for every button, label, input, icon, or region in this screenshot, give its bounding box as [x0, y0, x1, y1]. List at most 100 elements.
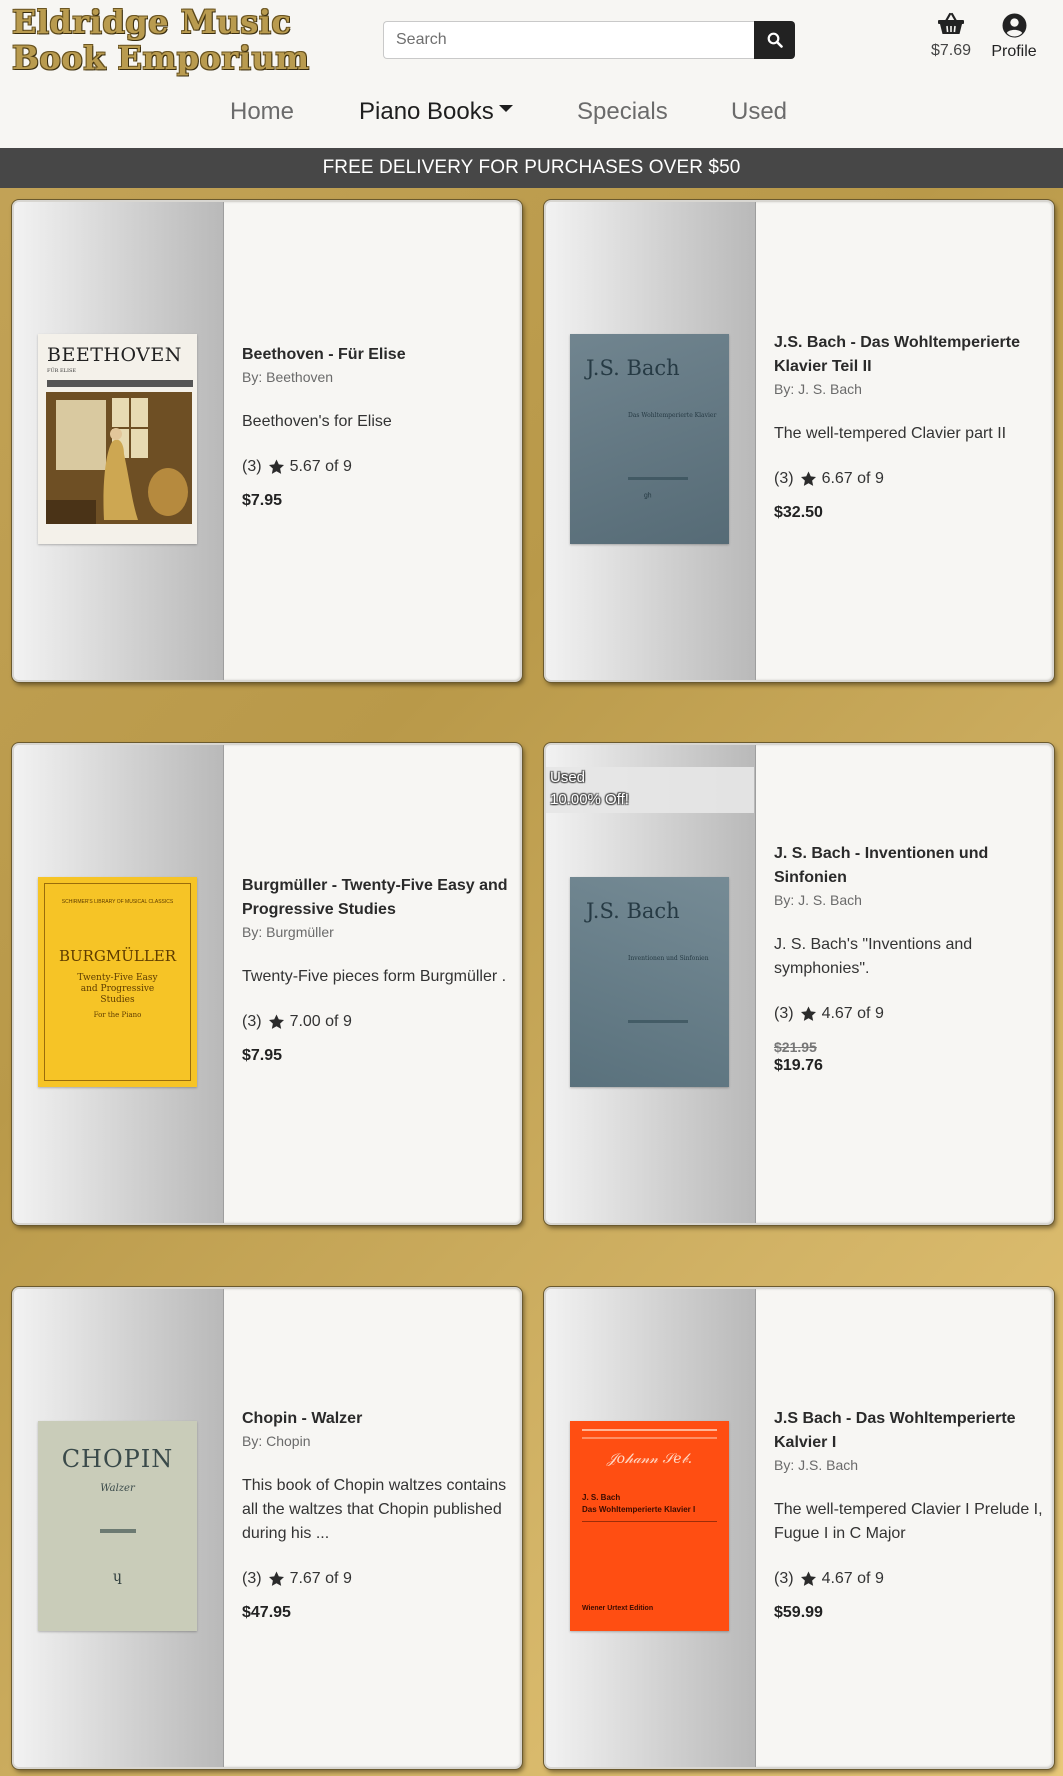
cover-subtitle: Walzer	[100, 1483, 135, 1494]
rating-value: 6.67 of 9	[821, 470, 884, 487]
nav-specials[interactable]: Specials	[577, 98, 668, 126]
cover-subtitle: Das Wohltemperierte Klavier I	[582, 1505, 696, 1514]
star-icon	[268, 459, 284, 474]
site-logo[interactable]: Eldridge Music Book Emporium	[12, 4, 310, 76]
product-author: By: Chopin	[242, 1433, 311, 1449]
nav-piano-books[interactable]: Piano Books	[359, 98, 513, 126]
product-author: By: Burgmüller	[242, 924, 334, 940]
cover-title: J.S. Bach	[586, 356, 680, 380]
product-image-pane: SCHIRMER'S LIBRARY OF MUSICAL CLASSICS B…	[14, 745, 224, 1223]
search-icon	[767, 32, 783, 48]
product-cover-image[interactable]: SCHIRMER'S LIBRARY OF MUSICAL CLASSICS B…	[38, 877, 197, 1087]
cover-edition: Wiener Urtext Edition	[582, 1605, 654, 1612]
main-nav: Home Piano Books Specials Used	[0, 98, 1063, 130]
product-card[interactable]: J.S. Bach Das Wohltemperierte Klavier ᵍʰ…	[544, 200, 1054, 682]
product-cover-image[interactable]: 𝒥𝑜𝒽𝒶𝓃𝓃 𝒮𝑒𝒷. J. S. Bach Das Wohltemperier…	[570, 1421, 729, 1631]
product-image-pane: Used 10.00% Off! J.S. Bach Inventionen u…	[546, 745, 756, 1223]
product-rating: (3) 4.67 of 9	[774, 1570, 1044, 1588]
cover-title: BEETHOVEN	[47, 344, 182, 366]
product-cover-image[interactable]: J.S. Bach Das Wohltemperierte Klavier ᵍʰ	[570, 334, 729, 544]
nav-home[interactable]: Home	[230, 98, 294, 126]
product-card[interactable]: 𝒥𝑜𝒽𝒶𝓃𝓃 𝒮𝑒𝒷. J. S. Bach Das Wohltemperier…	[544, 1287, 1054, 1769]
product-card[interactable]: Used 10.00% Off! J.S. Bach Inventionen u…	[544, 743, 1054, 1225]
rating-count: (3)	[774, 1005, 794, 1022]
original-price: $21.95	[774, 1039, 817, 1055]
badge-discount-label: 10.00% Off!	[550, 791, 629, 808]
user-circle-icon	[1002, 13, 1026, 38]
rating-value: 5.67 of 9	[289, 458, 352, 475]
product-price: $19.76	[774, 1057, 823, 1074]
product-price: $59.99	[774, 1604, 823, 1621]
product-rating: (3) 7.67 of 9	[242, 1570, 512, 1588]
basket-icon	[938, 12, 964, 34]
product-cover-image[interactable]: J.S. Bach Inventionen und Sinfonien	[570, 877, 729, 1087]
cover-subtitle: Das Wohltemperierte Klavier	[628, 412, 717, 419]
product-grid: BEETHOVEN FÜR ELISE Beethoven - Für Elis…	[0, 188, 1063, 1776]
logo-line-2: Book Emporium	[12, 39, 310, 77]
rating-count: (3)	[774, 470, 794, 487]
cover-series: SCHIRMER'S LIBRARY OF MUSICAL CLASSICS	[61, 899, 174, 905]
rating-count: (3)	[774, 1570, 794, 1587]
search-bar	[383, 21, 795, 59]
product-card[interactable]: CHOPIN Walzer ɥ Chopin - Walzer By: Chop…	[12, 1287, 522, 1769]
caret-down-icon	[498, 105, 513, 113]
product-description: The well-tempered Clavier part II	[774, 425, 1007, 442]
product-info: Beethoven - Für Elise By: Beethoven Beet…	[242, 343, 512, 510]
cover-subtitle: Twenty-Five Easy and Progressive Studies	[77, 973, 158, 1005]
star-icon	[800, 1571, 816, 1586]
product-cover-image[interactable]: CHOPIN Walzer ɥ	[38, 1421, 197, 1631]
product-image-pane: CHOPIN Walzer ɥ	[14, 1289, 224, 1767]
rating-value: 7.67 of 9	[289, 1570, 352, 1587]
cover-subtitle: FÜR ELISE	[47, 368, 77, 374]
product-description: Beethoven's for Elise	[242, 413, 392, 430]
product-author: By: Beethoven	[242, 369, 334, 385]
product-image-pane: BEETHOVEN FÜR ELISE	[14, 202, 224, 680]
cover-title: BURGMÜLLER	[58, 947, 177, 965]
product-author: By: J. S. Bach	[774, 892, 862, 908]
product-price: $7.95	[242, 492, 283, 509]
product-title[interactable]: J.S. Bach - Das Wohltemperierte Klavier …	[774, 331, 1044, 379]
star-icon	[268, 1571, 284, 1586]
product-card[interactable]: SCHIRMER'S LIBRARY OF MUSICAL CLASSICS B…	[12, 743, 522, 1225]
product-price: $47.95	[242, 1604, 291, 1621]
profile-button[interactable]: Profile	[988, 13, 1040, 61]
cover-title: J.S. Bach	[586, 899, 680, 923]
product-title[interactable]: Chopin - Walzer	[242, 1407, 512, 1431]
cover-subtitle: Inventionen und Sinfonien	[628, 955, 709, 962]
product-price: $32.50	[774, 504, 823, 521]
cover-title: CHOPIN	[61, 1445, 174, 1473]
product-info: J.S. Bach - Das Wohltemperierte Klavier …	[774, 331, 1044, 522]
cart-button[interactable]: $7.69	[925, 12, 977, 60]
product-info: Burgmüller - Twenty-Five Easy and Progre…	[242, 874, 512, 1065]
search-input[interactable]	[383, 21, 754, 59]
product-title[interactable]: J. S. Bach - Inventionen und Sinfonien	[774, 842, 1044, 890]
nav-used[interactable]: Used	[731, 98, 787, 126]
product-description: J. S. Bach's "Inventions and symphonies"…	[774, 936, 973, 977]
product-rating: (3) 4.67 of 9	[774, 1005, 1044, 1023]
product-author: By: J.S. Bach	[774, 1457, 859, 1473]
rating-value: 4.67 of 9	[821, 1570, 884, 1587]
cart-total: $7.69	[930, 42, 972, 59]
rating-count: (3)	[242, 1570, 262, 1587]
star-icon	[800, 471, 816, 486]
search-button[interactable]	[754, 21, 795, 59]
product-title[interactable]: Beethoven - Für Elise	[242, 343, 512, 367]
product-rating: (3) 5.67 of 9	[242, 458, 512, 476]
product-info: Chopin - Walzer By: Chopin This book of …	[242, 1407, 512, 1622]
product-card[interactable]: BEETHOVEN FÜR ELISE Beethoven - Für Elis…	[12, 200, 522, 682]
product-price: $7.95	[242, 1047, 283, 1064]
star-icon	[268, 1014, 284, 1029]
product-author: By: J. S. Bach	[774, 381, 862, 397]
product-info: J.S Bach - Das Wohltemperierte Kalvier I…	[774, 1407, 1044, 1622]
rating-count: (3)	[242, 458, 262, 475]
product-description: The well-tempered Clavier I Prelude I, F…	[774, 1501, 1043, 1542]
product-rating: (3) 7.00 of 9	[242, 1013, 512, 1031]
product-image-pane: 𝒥𝑜𝒽𝒶𝓃𝓃 𝒮𝑒𝒷. J. S. Bach Das Wohltemperier…	[546, 1289, 756, 1767]
product-cover-image[interactable]: BEETHOVEN FÜR ELISE	[38, 334, 197, 544]
product-info: J. S. Bach - Inventionen und Sinfonien B…	[774, 842, 1044, 1075]
product-title[interactable]: Burgmüller - Twenty-Five Easy and Progre…	[242, 874, 512, 922]
product-title[interactable]: J.S Bach - Das Wohltemperierte Kalvier I	[774, 1407, 1044, 1455]
product-rating: (3) 6.67 of 9	[774, 470, 1044, 488]
cover-note: For the Piano	[93, 1011, 142, 1019]
badge-used-label: Used	[550, 769, 586, 786]
